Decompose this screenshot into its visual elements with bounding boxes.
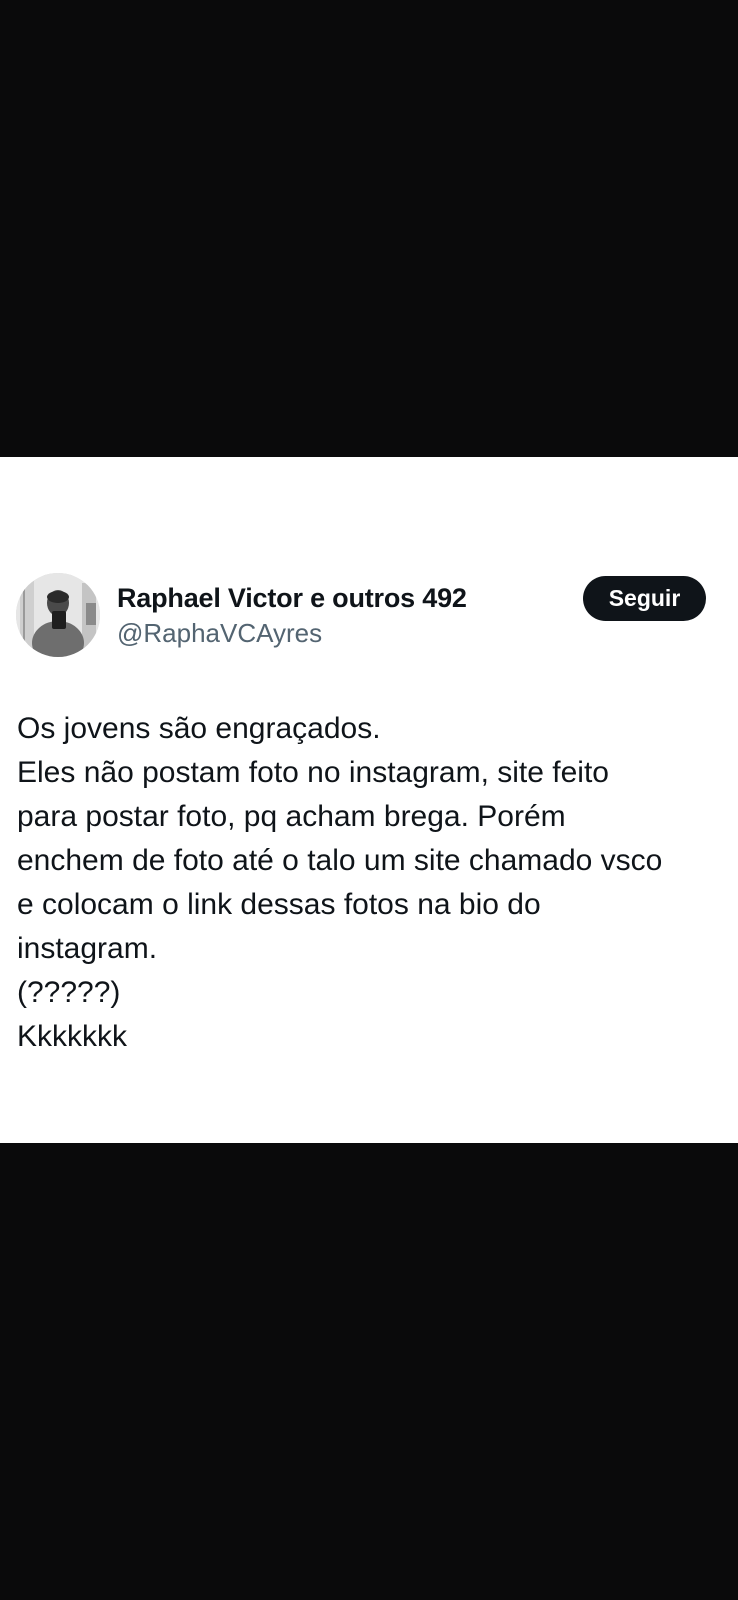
tweet-text-line: Eles não postam foto no instagram, site … xyxy=(17,756,609,789)
profile-photo-icon xyxy=(16,573,100,657)
tweet-text-line: para postar foto, pq acham brega. Porém xyxy=(17,800,566,833)
tweet-text-line: e colocam o link dessas fotos na bio do xyxy=(17,888,541,921)
top-letterbox xyxy=(0,0,738,457)
tweet-text-line: enchem de foto até o talo um site chamad… xyxy=(17,844,663,877)
tweet-card: Raphael Victor e outros 492 @RaphaVCAyre… xyxy=(0,457,738,1143)
tweet-text-line: Os jovens são engraçados. xyxy=(17,712,381,745)
tweet-text-line: (?????) xyxy=(17,976,121,1009)
tweet-text-line: instagram. xyxy=(17,932,158,965)
display-name[interactable]: Raphael Victor e outros 492 xyxy=(117,583,467,614)
follow-button[interactable]: Seguir xyxy=(583,576,706,621)
tweet-text-line: Kkkkkkk xyxy=(17,1020,128,1053)
avatar[interactable] xyxy=(16,573,100,657)
bottom-letterbox xyxy=(0,1143,738,1600)
user-handle[interactable]: @RaphaVCAyres xyxy=(117,618,322,649)
tweet-text: Os jovens são engraçados. Eles não posta… xyxy=(17,707,729,1059)
